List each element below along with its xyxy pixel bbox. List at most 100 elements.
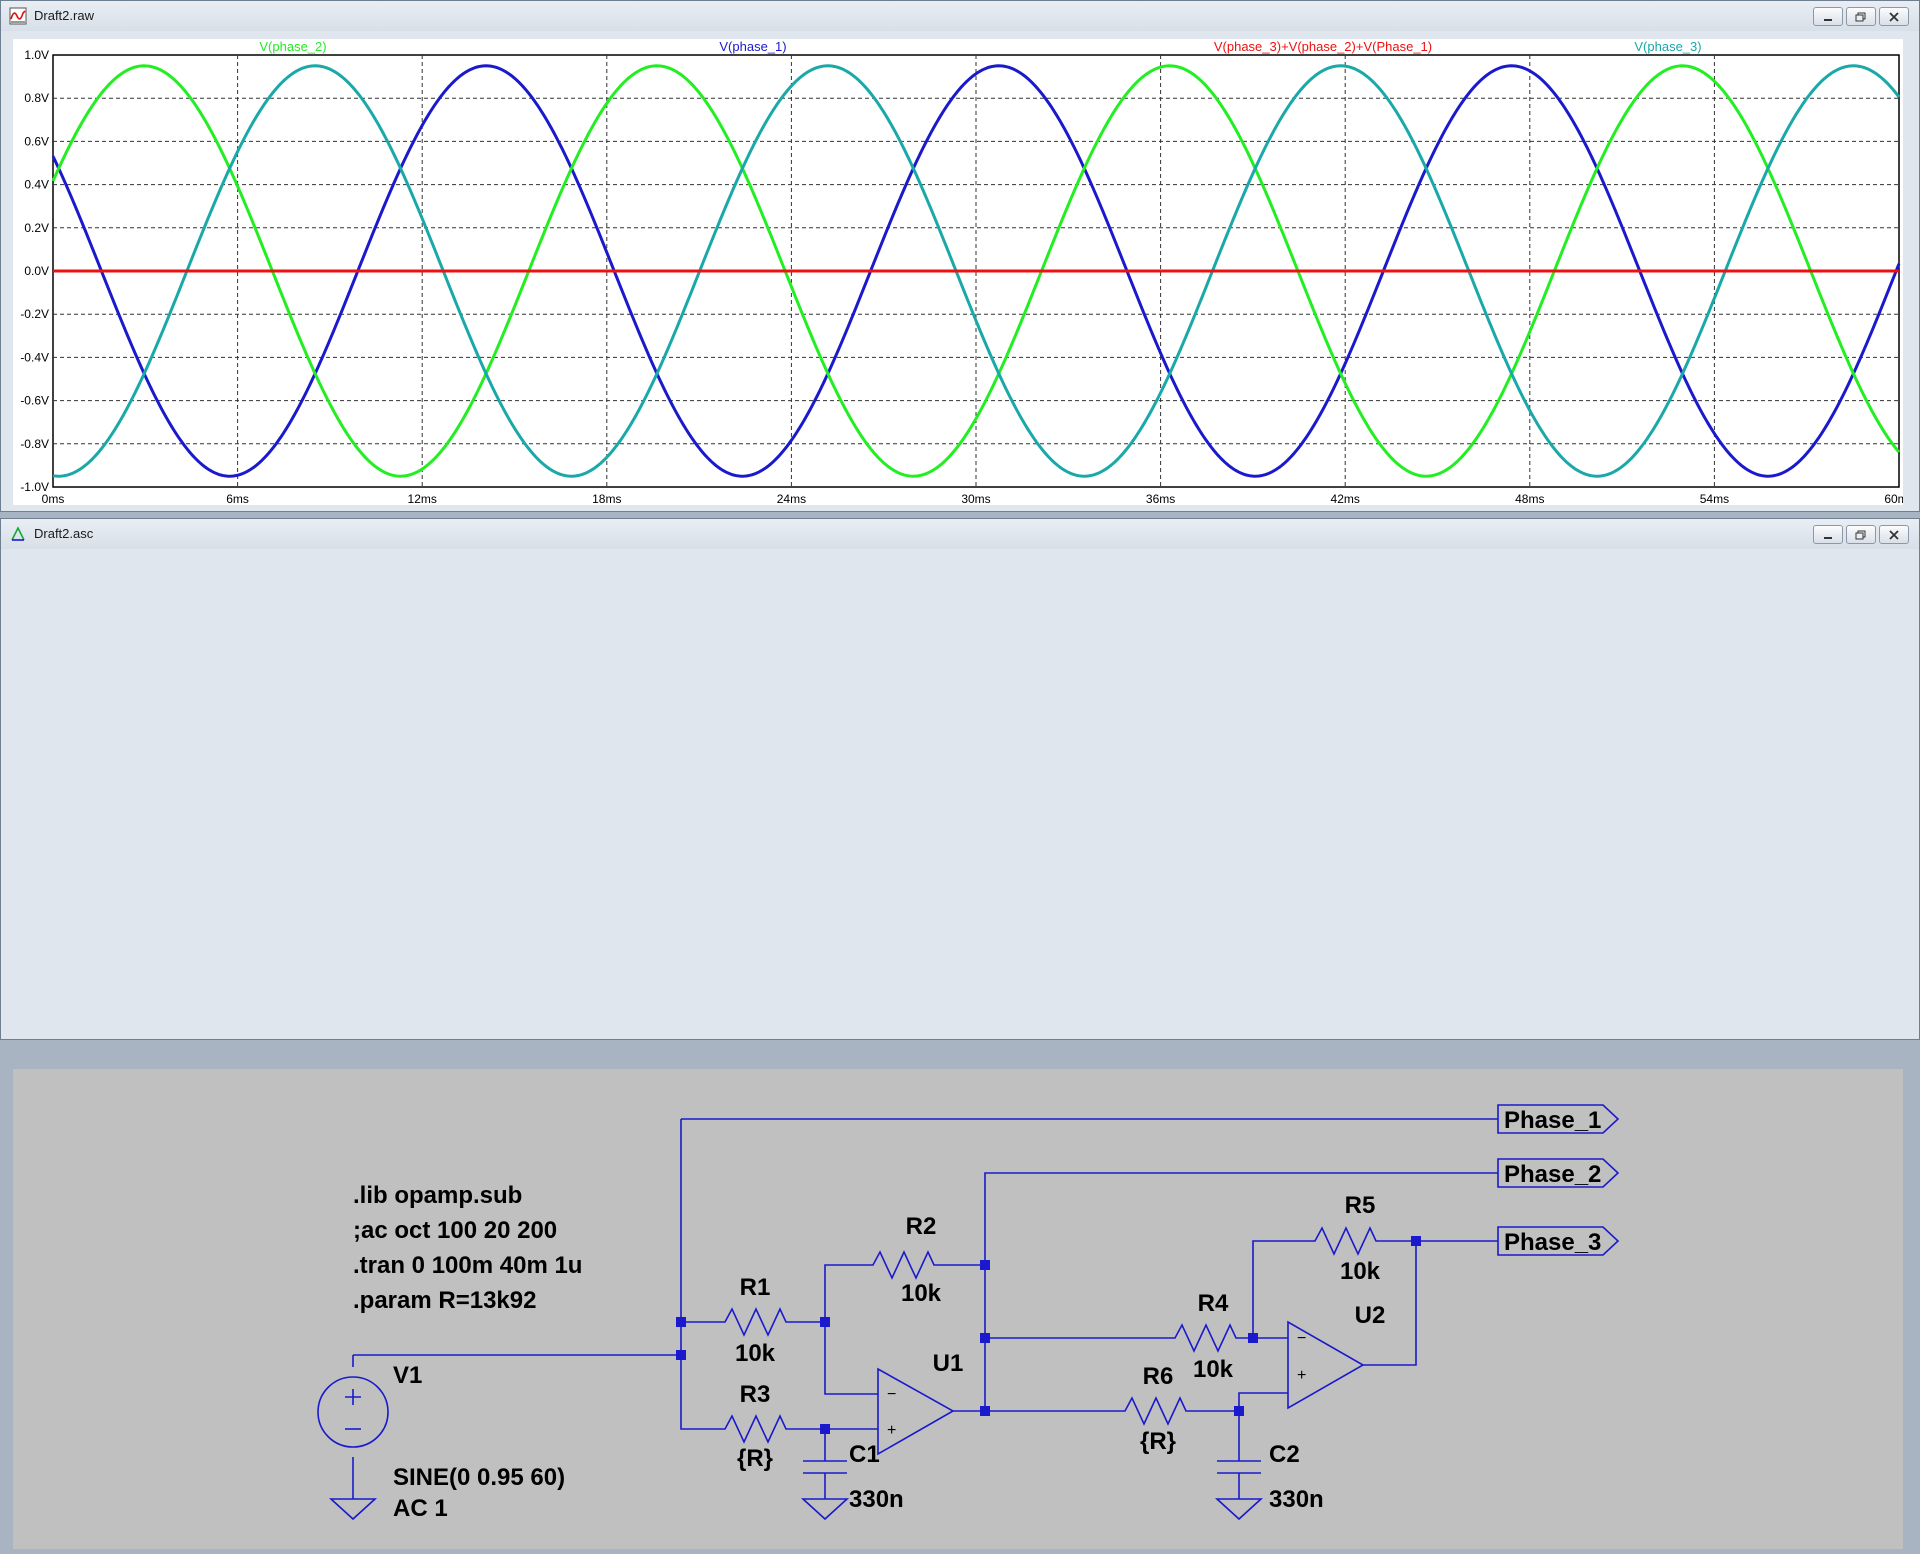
c2-value: 330n: [1269, 1486, 1324, 1513]
c1-value: 330n: [849, 1486, 904, 1513]
spice-directive-ac[interactable]: ;ac oct 100 20 200: [353, 1217, 557, 1244]
junction-dot: [1234, 1406, 1244, 1416]
plot-window-title: Draft2.raw: [34, 8, 94, 23]
spice-directive-lib[interactable]: .lib opamp.sub: [353, 1182, 522, 1209]
waveform-chart[interactable]: 0ms 6ms 12ms 18ms 24ms 30ms 36ms 42ms 48ms 54ms 60…: [13, 39, 1913, 506]
capacitor-c1[interactable]: [803, 1459, 847, 1477]
r5-name: R5: [1345, 1192, 1376, 1219]
close-icon: [1889, 11, 1899, 22]
u2-plus-sign: +: [1297, 1367, 1306, 1384]
net-label-phase1[interactable]: Phase_1: [1504, 1107, 1601, 1134]
r2-name: R2: [906, 1213, 937, 1240]
plot-area[interactable]: 0ms 6ms 12ms 18ms 24ms 30ms 36ms 42ms 48ms 54ms 60…: [13, 39, 1914, 506]
junction-dot: [820, 1317, 830, 1327]
u1-plus-sign: +: [887, 1422, 896, 1439]
junction-dot: [676, 1317, 686, 1327]
y-tick-label: -0.8V: [20, 437, 49, 451]
y-tick-label: 0.0V: [24, 264, 49, 278]
spice-directive-param[interactable]: .param R=13k92: [353, 1287, 536, 1314]
y-tick-label: 1.0V: [24, 48, 49, 62]
legend-entry: V(phase_3)+V(phase_2)+V(Phase_1): [1214, 39, 1432, 54]
opamp-u1[interactable]: [877, 1367, 955, 1456]
waveform-icon: [9, 7, 27, 25]
legend-entry: V(phase_3): [1634, 39, 1701, 54]
plot-close-button[interactable]: [1879, 7, 1909, 26]
restore-icon: [1855, 12, 1866, 21]
r4-value: 10k: [1193, 1356, 1234, 1383]
wire-r2-out[interactable]: [941, 1172, 1498, 1266]
spice-directive-tran[interactable]: .tran 0 100m 40m 1u: [353, 1252, 582, 1279]
r3-name: R3: [740, 1381, 771, 1408]
y-tick-label: -0.4V: [20, 350, 49, 364]
schematic-window-titlebar[interactable]: Draft2.asc: [1, 519, 1919, 549]
y-tick-label: -1.0V: [20, 480, 49, 494]
junction-dot: [676, 1350, 686, 1360]
plot-minimize-button[interactable]: [1813, 7, 1843, 26]
x-tick-label: 54ms: [1700, 492, 1729, 505]
r1-value: 10k: [735, 1340, 776, 1367]
chart-legend: V(phase_2) V(phase_1) V(phase_3)+V(phase_2…: [259, 39, 1701, 54]
junction-dot: [820, 1424, 830, 1434]
r6-value: {R}: [1140, 1428, 1176, 1455]
v1-ac-value: AC 1: [393, 1495, 448, 1522]
schematic-close-button[interactable]: [1879, 525, 1909, 544]
r4-name: R4: [1198, 1290, 1229, 1317]
wire-r1-r3-node[interactable]: [680, 1321, 713, 1430]
r5-value: 10k: [1340, 1258, 1381, 1285]
legend-entry: V(phase_1): [719, 39, 786, 54]
u2-name: U2: [1355, 1302, 1386, 1329]
y-tick-label: 0.4V: [24, 178, 49, 192]
wire-phase1[interactable]: [680, 1118, 1498, 1322]
schematic-icon: [11, 526, 25, 541]
voltage-source-v1[interactable]: [317, 1376, 389, 1448]
schematic-drawing[interactable]: − + − + .lib opamp.sub ;ac oct 100 20 20…: [13, 1069, 1903, 1549]
r6-name: R6: [1143, 1363, 1174, 1390]
wire-u2-feedback[interactable]: [1252, 1240, 1416, 1339]
schematic-window-title: Draft2.asc: [34, 526, 94, 541]
y-tick-label: 0.6V: [24, 134, 49, 148]
plot-restore-button[interactable]: [1846, 7, 1876, 26]
resistor-r1[interactable]: [713, 1307, 793, 1337]
junction-dot: [980, 1260, 990, 1270]
plot-window-titlebar[interactable]: Draft2.raw: [1, 1, 1919, 31]
y-tick-label: -0.6V: [20, 394, 49, 408]
x-tick-label: 42ms: [1331, 492, 1360, 505]
junction-dot: [1411, 1236, 1421, 1246]
x-tick-label: 36ms: [1146, 492, 1175, 505]
c1-name: C1: [849, 1441, 880, 1468]
u1-minus-sign: −: [887, 1386, 896, 1403]
resistor-r5[interactable]: [1303, 1226, 1383, 1256]
schematic-window[interactable]: Draft2.asc − + − + .lib opamp.sub ;ac oc…: [0, 518, 1920, 1549]
resistor-r3[interactable]: [713, 1414, 793, 1444]
x-tick-label: 24ms: [777, 492, 806, 505]
y-tick-label: -0.2V: [20, 307, 49, 321]
net-label-phase2[interactable]: Phase_2: [1504, 1161, 1601, 1188]
schematic-restore-button[interactable]: [1846, 525, 1876, 544]
ground-c1: [800, 1498, 850, 1521]
resistor-r6[interactable]: [1113, 1396, 1193, 1426]
y-tick-label: 0.8V: [24, 91, 49, 105]
junction-dot: [980, 1406, 990, 1416]
ground-v1: [328, 1498, 378, 1521]
r3-value: {R}: [737, 1445, 773, 1472]
x-tick-label: 48ms: [1515, 492, 1544, 505]
x-tick-label: 30ms: [961, 492, 990, 505]
junction-dot: [980, 1333, 990, 1343]
schematic-minimize-button[interactable]: [1813, 525, 1843, 544]
schematic-canvas[interactable]: − + − + .lib opamp.sub ;ac oct 100 20 20…: [13, 1069, 1903, 1549]
c2-name: C2: [1269, 1441, 1300, 1468]
r2-value: 10k: [901, 1280, 942, 1307]
u1-name: U1: [933, 1350, 964, 1377]
ground-c2: [1214, 1498, 1264, 1521]
capacitor-c2[interactable]: [1217, 1459, 1261, 1477]
legend-entry: V(phase_2): [259, 39, 326, 54]
net-label-phase3[interactable]: Phase_3: [1504, 1229, 1601, 1256]
resistor-r2[interactable]: [861, 1250, 941, 1280]
u2-minus-sign: −: [1297, 1330, 1306, 1347]
junction-dot: [1248, 1333, 1258, 1343]
x-tick-label: 12ms: [408, 492, 437, 505]
resistor-r4[interactable]: [1163, 1323, 1243, 1353]
wire-r1-u1[interactable]: [793, 1264, 878, 1395]
minimize-icon: [1824, 18, 1832, 21]
plot-window[interactable]: Draft2.raw 0ms 6ms 12ms 18ms 24ms 30ms 36ms 42m…: [0, 0, 1920, 512]
